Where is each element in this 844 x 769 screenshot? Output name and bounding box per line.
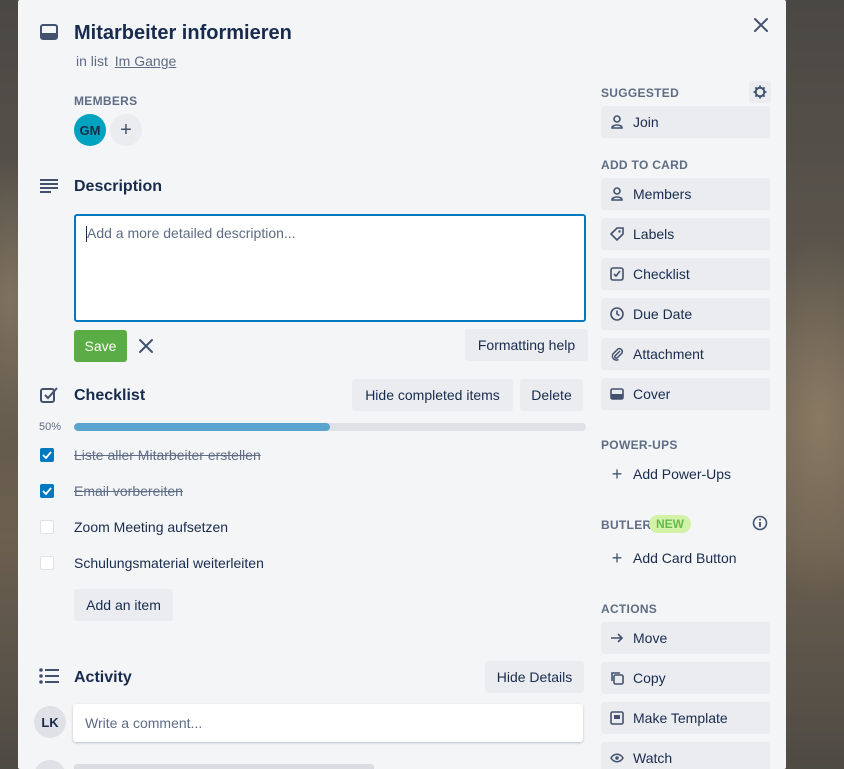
description-input[interactable]: Add a more detailed description... bbox=[74, 214, 586, 322]
eye-icon bbox=[610, 751, 624, 765]
checklist-item-checkbox[interactable] bbox=[40, 520, 54, 534]
plus-icon: + bbox=[120, 119, 132, 141]
avatar[interactable]: GM bbox=[74, 114, 106, 146]
butler-heading: BUTLER bbox=[601, 518, 652, 532]
tag-icon bbox=[610, 227, 624, 241]
checklist-item-checkbox[interactable] bbox=[40, 556, 54, 570]
progress-percent: 50% bbox=[39, 421, 62, 433]
sidebar-button-label: Copy bbox=[633, 670, 666, 686]
suggested-settings-button[interactable] bbox=[749, 81, 771, 103]
sidebar-button-label: Watch bbox=[633, 750, 673, 766]
actions-heading: ACTIONS bbox=[601, 602, 658, 616]
add-checklist-button[interactable]: Checklist bbox=[601, 258, 770, 290]
delete-checklist-button[interactable]: Delete bbox=[520, 379, 583, 411]
new-badge: NEW bbox=[649, 515, 691, 533]
comment-placeholder: Write a comment... bbox=[85, 715, 203, 731]
plus-icon: + bbox=[611, 547, 623, 568]
paperclip-icon bbox=[610, 347, 624, 361]
add-cover-button[interactable]: Cover bbox=[601, 378, 770, 410]
sidebar-button-label: Attachment bbox=[633, 346, 704, 362]
add-to-card-heading: ADD TO CARD bbox=[601, 158, 689, 172]
cover-icon bbox=[610, 387, 624, 401]
save-button[interactable]: Save bbox=[74, 330, 127, 362]
add-card-button-label: Add Card Button bbox=[633, 550, 737, 566]
user-initials: LK bbox=[41, 714, 59, 730]
close-icon[interactable] bbox=[752, 16, 770, 34]
list-link[interactable]: Im Gange bbox=[115, 53, 176, 69]
hide-completed-button[interactable]: Hide completed items bbox=[352, 379, 513, 411]
add-member-button[interactable]: + bbox=[110, 114, 142, 146]
description-icon bbox=[40, 179, 58, 193]
description-title: Description bbox=[74, 178, 163, 195]
join-label: Join bbox=[633, 114, 659, 130]
progress-bar bbox=[74, 423, 586, 431]
sidebar-button-label: Due Date bbox=[633, 306, 693, 322]
checklist-item-checkbox[interactable] bbox=[40, 484, 54, 498]
plus-icon: + bbox=[611, 463, 623, 484]
add-power-ups-label: Add Power-Ups bbox=[633, 466, 732, 482]
card-title[interactable]: Mitarbeiter informieren bbox=[74, 22, 292, 45]
add-due-date-button[interactable]: Due Date bbox=[601, 298, 770, 330]
sidebar-button-label: Cover bbox=[633, 386, 671, 402]
action-watch-button[interactable]: Watch bbox=[601, 742, 770, 769]
clock-icon bbox=[610, 307, 624, 321]
members-heading: MEMBERS bbox=[74, 94, 138, 108]
action-copy-button[interactable]: Copy bbox=[601, 662, 770, 694]
list-info: in list Im Gange bbox=[76, 53, 176, 69]
add-members-button[interactable]: Members bbox=[601, 178, 770, 210]
add-card-button-button[interactable]: + Add Card Button bbox=[601, 542, 770, 574]
activity-avatar-partial bbox=[34, 760, 66, 769]
checkbox-icon bbox=[610, 267, 624, 281]
checklist-item-text[interactable]: Schulungsmaterial weiterleiten bbox=[74, 555, 264, 571]
sidebar-button-label: Move bbox=[633, 630, 668, 646]
in-list-prefix: in list bbox=[76, 53, 108, 69]
sidebar-button-label: Labels bbox=[633, 226, 675, 242]
action-move-button[interactable]: Move bbox=[601, 622, 770, 654]
activity-entry-partial bbox=[74, 764, 374, 769]
checklist-item-checkbox[interactable] bbox=[40, 448, 54, 462]
sidebar-button-label: Members bbox=[633, 186, 692, 202]
person-icon bbox=[610, 115, 624, 129]
join-button[interactable]: Join bbox=[601, 106, 770, 138]
arrow-right-icon bbox=[610, 631, 624, 645]
action-make-template-button[interactable]: Make Template bbox=[601, 702, 770, 734]
person-icon bbox=[610, 187, 624, 201]
hide-details-button[interactable]: Hide Details bbox=[485, 661, 584, 693]
add-power-ups-button[interactable]: + Add Power-Ups bbox=[601, 458, 770, 490]
checklist-icon bbox=[40, 386, 58, 404]
copy-icon bbox=[610, 671, 624, 685]
checklist-title: Checklist bbox=[74, 387, 146, 404]
gear-icon bbox=[753, 85, 767, 99]
checklist-item-text[interactable]: Zoom Meeting aufsetzen bbox=[74, 519, 228, 535]
formatting-help-button[interactable]: Formatting help bbox=[465, 329, 588, 361]
add-labels-button[interactable]: Labels bbox=[601, 218, 770, 250]
sidebar-button-label: Make Template bbox=[633, 710, 728, 726]
suggested-heading: SUGGESTED bbox=[601, 86, 680, 100]
info-icon[interactable] bbox=[752, 515, 768, 531]
template-icon bbox=[610, 711, 624, 725]
progress-fill bbox=[74, 423, 330, 431]
card-detail-modal: Mitarbeiter informieren in list Im Gange… bbox=[18, 0, 786, 769]
cancel-edit-icon[interactable] bbox=[138, 338, 154, 354]
description-placeholder: Add a more detailed description... bbox=[87, 225, 296, 241]
checklist-item-text[interactable]: Liste aller Mitarbeiter erstellen bbox=[74, 447, 261, 463]
avatar-initials: GM bbox=[79, 122, 101, 138]
add-item-button[interactable]: Add an item bbox=[74, 589, 173, 621]
activity-icon bbox=[39, 668, 59, 684]
add-attachment-button[interactable]: Attachment bbox=[601, 338, 770, 370]
card-icon bbox=[40, 24, 58, 40]
comment-input[interactable]: Write a comment... bbox=[73, 704, 583, 742]
user-avatar[interactable]: LK bbox=[34, 706, 66, 738]
power-ups-heading: POWER-UPS bbox=[601, 438, 678, 452]
checklist-item-text[interactable]: Email vorbereiten bbox=[74, 483, 183, 499]
activity-title: Activity bbox=[74, 669, 132, 686]
sidebar-button-label: Checklist bbox=[633, 266, 690, 282]
